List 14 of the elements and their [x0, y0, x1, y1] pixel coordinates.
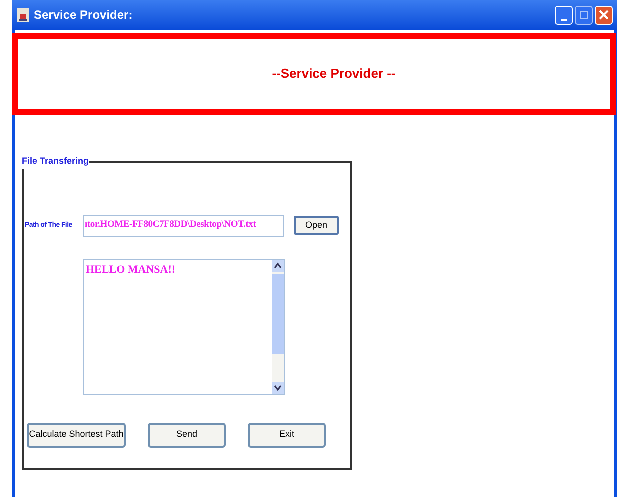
banner-title: --Service Provider --	[272, 65, 396, 84]
minimize-button[interactable]	[555, 6, 573, 24]
action-button[interactable]: Send	[148, 422, 226, 448]
window-title: Service Provider:	[34, 7, 133, 24]
close-icon	[599, 10, 609, 20]
close-button[interactable]	[595, 6, 613, 24]
scroll-down-icon[interactable]	[272, 382, 284, 394]
open-button[interactable]: Open	[294, 216, 339, 235]
group-title: File Transfering	[22, 155, 90, 168]
action-button[interactable]: Calculate Shortest Path	[27, 422, 126, 448]
maximize-button[interactable]	[575, 6, 593, 24]
scrollbar[interactable]	[272, 260, 284, 394]
scroll-up-icon[interactable]	[272, 260, 284, 272]
action-button[interactable]: Exit	[248, 422, 326, 448]
